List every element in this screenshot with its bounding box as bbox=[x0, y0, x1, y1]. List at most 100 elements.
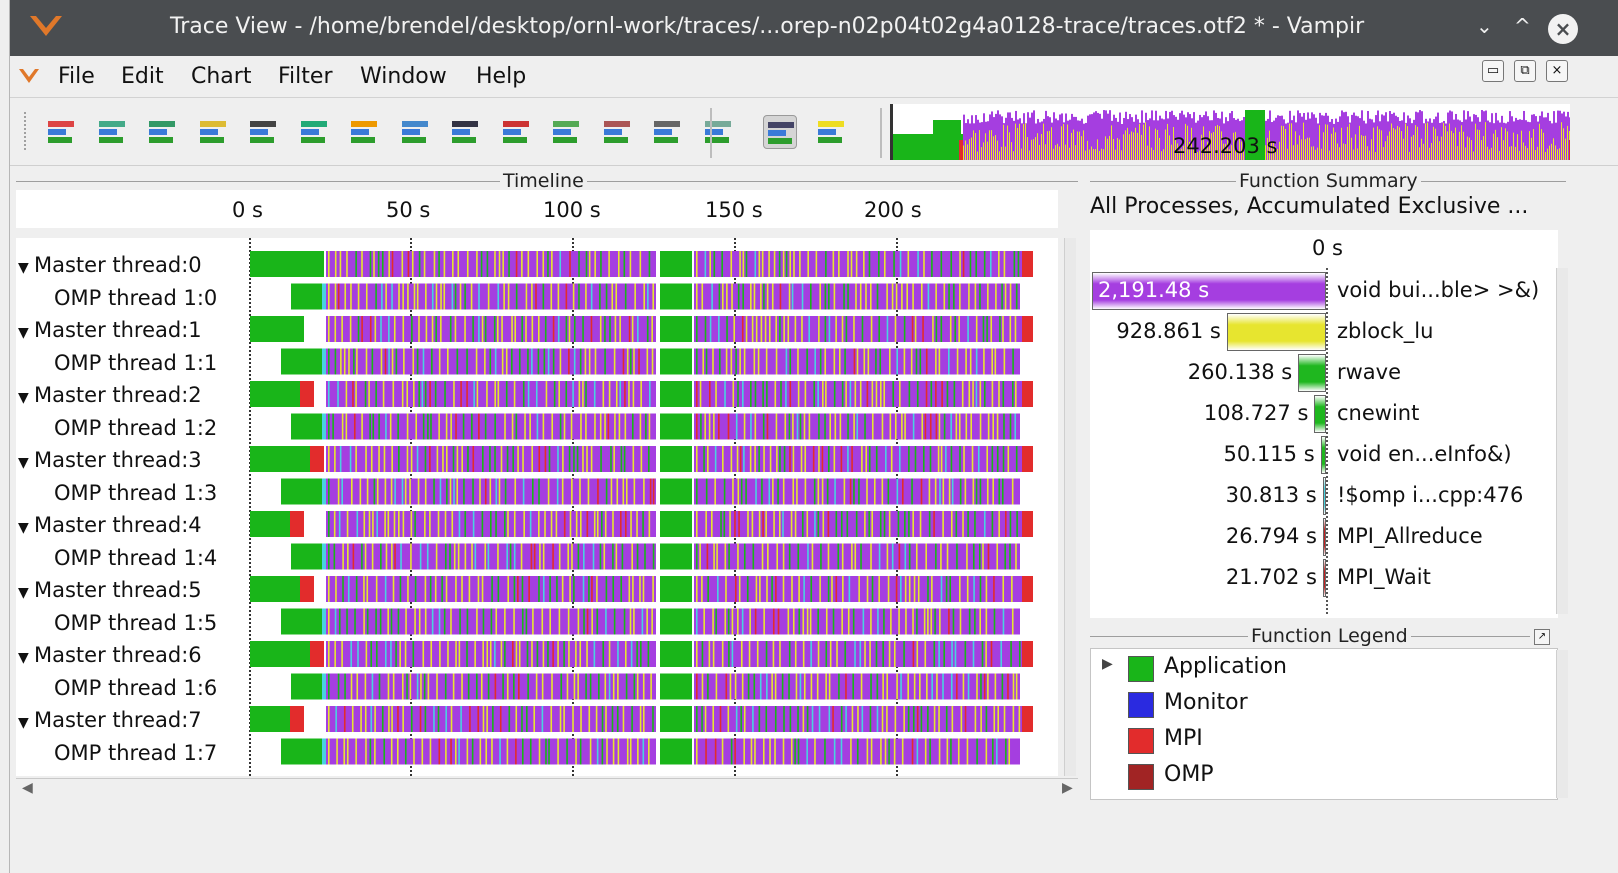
event-stripe[interactable] bbox=[855, 251, 858, 277]
event-stripe[interactable] bbox=[779, 283, 782, 310]
event-stripe[interactable] bbox=[541, 608, 544, 635]
event-stripe[interactable] bbox=[732, 381, 735, 407]
event-stripe[interactable] bbox=[463, 478, 465, 505]
event-stripe[interactable] bbox=[979, 381, 982, 407]
event-stripe[interactable] bbox=[452, 446, 455, 472]
event-stripe[interactable] bbox=[599, 316, 602, 342]
mpi-segment[interactable] bbox=[1022, 316, 1033, 342]
event-stripe[interactable] bbox=[369, 251, 372, 277]
event-stripe[interactable] bbox=[402, 316, 405, 342]
event-stripe[interactable] bbox=[743, 413, 746, 440]
event-stripe[interactable] bbox=[959, 283, 961, 310]
summary-function-name[interactable]: zblock_lu bbox=[1337, 319, 1433, 343]
event-stripe[interactable] bbox=[878, 251, 880, 277]
event-stripe[interactable] bbox=[492, 706, 494, 732]
event-stripe[interactable] bbox=[569, 576, 571, 602]
event-stripe[interactable] bbox=[547, 348, 550, 375]
event-stripe[interactable] bbox=[527, 251, 530, 277]
event-stripe[interactable] bbox=[991, 348, 993, 375]
event-stripe[interactable] bbox=[532, 608, 534, 635]
event-stripe[interactable] bbox=[478, 413, 480, 440]
event-stripe[interactable] bbox=[495, 511, 497, 537]
event-stripe[interactable] bbox=[633, 348, 635, 375]
event-stripe[interactable] bbox=[629, 251, 632, 277]
event-stripe[interactable] bbox=[472, 446, 475, 472]
event-stripe[interactable] bbox=[783, 446, 786, 472]
event-stripe[interactable] bbox=[565, 381, 568, 407]
event-stripe[interactable] bbox=[631, 543, 633, 570]
event-stripe[interactable] bbox=[614, 413, 616, 440]
event-stripe[interactable] bbox=[494, 348, 497, 375]
event-stripe[interactable] bbox=[623, 446, 626, 472]
event-stripe[interactable] bbox=[1001, 283, 1003, 310]
compute-segment[interactable] bbox=[326, 251, 656, 277]
event-stripe[interactable] bbox=[933, 706, 936, 732]
event-stripe[interactable] bbox=[434, 381, 437, 407]
event-stripe[interactable] bbox=[328, 316, 330, 342]
event-stripe[interactable] bbox=[755, 316, 758, 342]
event-stripe[interactable] bbox=[921, 413, 924, 440]
event-stripe[interactable] bbox=[896, 478, 899, 505]
event-stripe[interactable] bbox=[931, 576, 933, 602]
event-stripe[interactable] bbox=[522, 381, 525, 407]
event-stripe[interactable] bbox=[388, 706, 390, 732]
event-stripe[interactable] bbox=[882, 641, 884, 667]
event-stripe[interactable] bbox=[637, 316, 639, 342]
close-button[interactable]: × bbox=[1548, 14, 1578, 44]
event-stripe[interactable] bbox=[994, 348, 997, 375]
event-stripe[interactable] bbox=[418, 316, 420, 342]
event-stripe[interactable] bbox=[929, 738, 931, 765]
event-stripe[interactable] bbox=[983, 673, 986, 700]
event-stripe[interactable] bbox=[361, 543, 363, 570]
event-stripe[interactable] bbox=[788, 641, 791, 667]
event-stripe[interactable] bbox=[840, 706, 843, 732]
event-stripe[interactable] bbox=[985, 641, 987, 667]
event-stripe[interactable] bbox=[967, 511, 969, 537]
event-stripe[interactable] bbox=[334, 446, 336, 472]
event-stripe[interactable] bbox=[883, 608, 885, 635]
event-stripe[interactable] bbox=[884, 738, 887, 765]
event-stripe[interactable] bbox=[404, 738, 407, 765]
event-stripe[interactable] bbox=[584, 348, 587, 375]
event-stripe[interactable] bbox=[950, 738, 952, 765]
event-stripe[interactable] bbox=[969, 348, 972, 375]
event-stripe[interactable] bbox=[410, 446, 413, 472]
event-stripe[interactable] bbox=[481, 576, 484, 602]
event-stripe[interactable] bbox=[373, 478, 376, 505]
event-stripe[interactable] bbox=[723, 478, 726, 505]
event-stripe[interactable] bbox=[499, 706, 502, 732]
event-stripe[interactable] bbox=[1003, 413, 1005, 440]
event-stripe[interactable] bbox=[735, 413, 738, 440]
application-segment[interactable] bbox=[660, 706, 692, 732]
event-stripe[interactable] bbox=[825, 608, 828, 635]
event-stripe[interactable] bbox=[713, 413, 715, 440]
event-stripe[interactable] bbox=[696, 413, 698, 440]
event-stripe[interactable] bbox=[721, 738, 724, 765]
event-stripe[interactable] bbox=[395, 348, 398, 375]
event-stripe[interactable] bbox=[867, 348, 870, 375]
event-stripe[interactable] bbox=[389, 413, 392, 440]
event-stripe[interactable] bbox=[451, 283, 454, 310]
event-stripe[interactable] bbox=[785, 381, 787, 407]
event-stripe[interactable] bbox=[996, 738, 998, 765]
event-stripe[interactable] bbox=[848, 576, 851, 602]
event-stripe[interactable] bbox=[774, 738, 776, 765]
application-segment[interactable] bbox=[281, 608, 324, 635]
event-stripe[interactable] bbox=[568, 641, 570, 667]
event-stripe[interactable] bbox=[991, 446, 994, 472]
event-stripe[interactable] bbox=[712, 348, 714, 375]
event-stripe[interactable] bbox=[827, 543, 830, 570]
event-stripe[interactable] bbox=[580, 413, 582, 440]
mpi-segment[interactable] bbox=[300, 381, 314, 407]
event-stripe[interactable] bbox=[406, 381, 409, 407]
event-stripe[interactable] bbox=[611, 283, 614, 310]
event-stripe[interactable] bbox=[806, 706, 809, 732]
event-stripe[interactable] bbox=[353, 413, 356, 440]
event-stripe[interactable] bbox=[628, 576, 631, 602]
event-stripe[interactable] bbox=[924, 641, 927, 667]
event-stripe[interactable] bbox=[452, 251, 454, 277]
event-stripe[interactable] bbox=[355, 576, 358, 602]
event-stripe[interactable] bbox=[633, 478, 636, 505]
event-stripe[interactable] bbox=[455, 641, 457, 667]
event-stripe[interactable] bbox=[806, 348, 808, 375]
